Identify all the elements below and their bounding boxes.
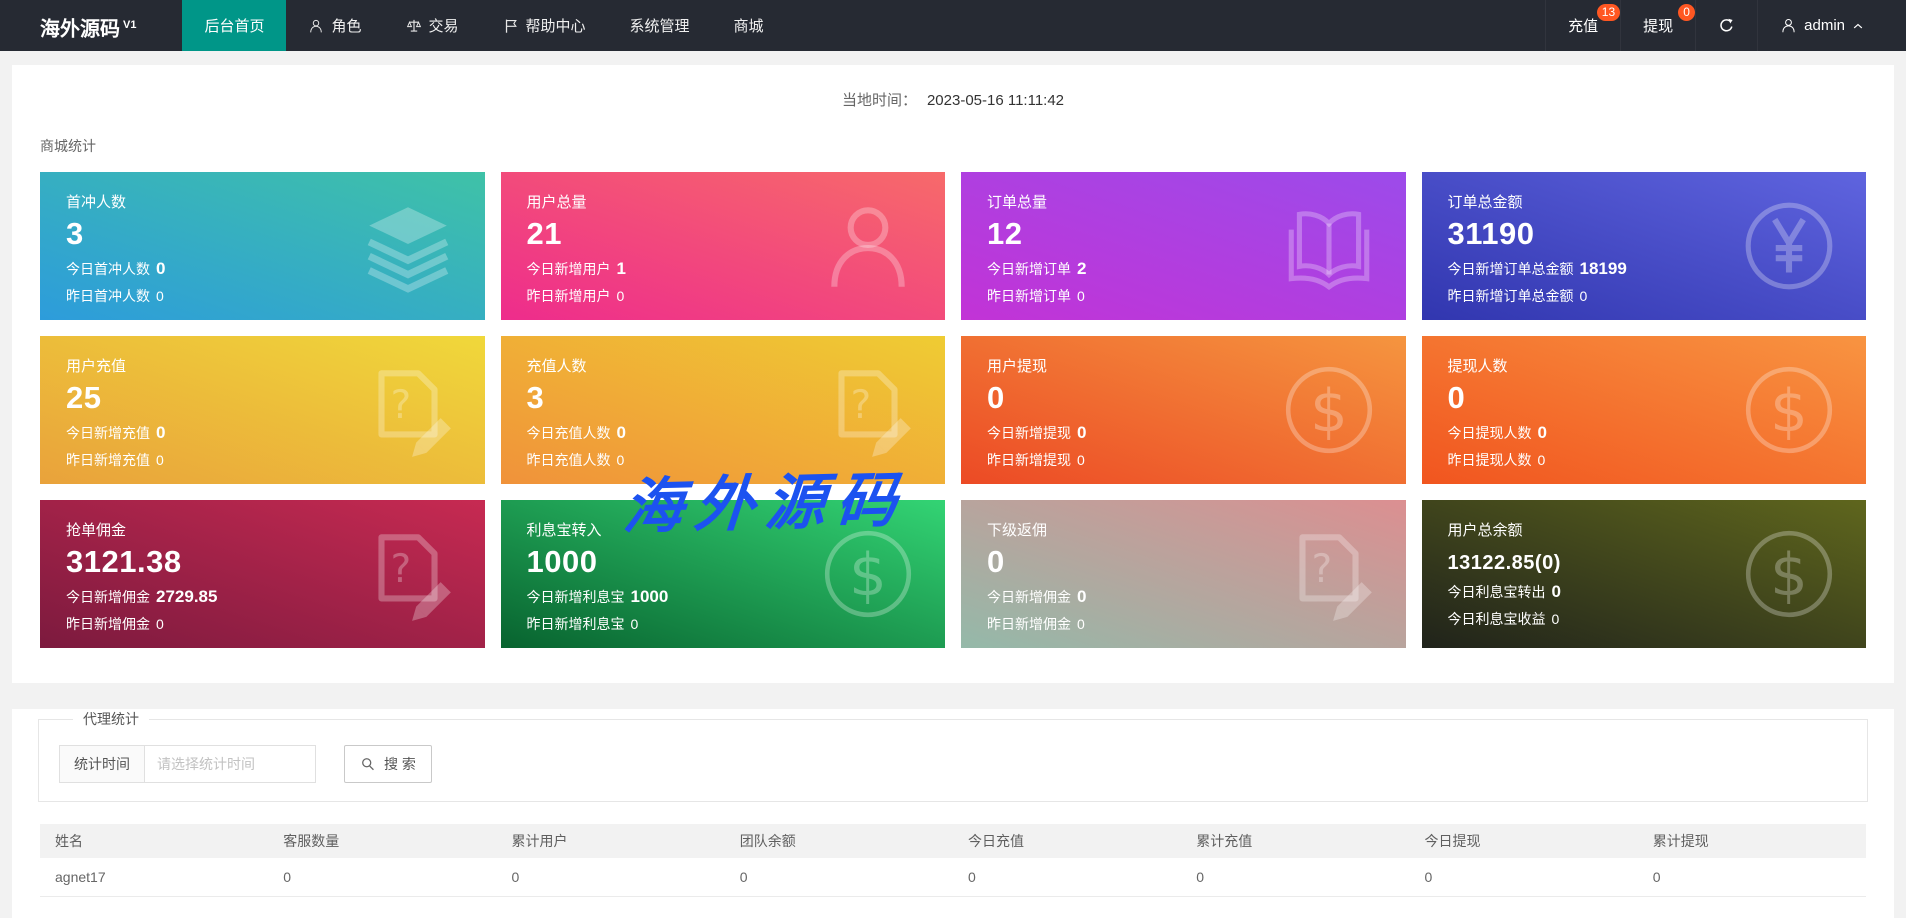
filter-row: 统计时间 搜 索 [59, 745, 1847, 783]
table-row: agnet17 0 0 0 0 0 0 0 [40, 858, 1866, 897]
doc-question-icon [357, 359, 459, 461]
stat-card-total-users: 用户总量 21 今日新增用户 1 昨日新增用户 0 [500, 172, 945, 320]
table-header: 今日充值 [953, 824, 1182, 858]
table-header: 客服数量 [268, 824, 497, 858]
dollar-circle-icon [1738, 359, 1840, 461]
stat-card-user-withdraw: 用户提现 0 今日新增提现 0 昨日新增提现 0 [961, 336, 1406, 484]
dollar-circle-icon [817, 523, 919, 625]
table-header: 今日提现 [1409, 824, 1638, 858]
top-navbar: 海外源码 V1 后台首页 角色 交易 帮助中心 系统管理 商城 充值 13 提现… [0, 0, 1906, 51]
stat-time-input[interactable] [144, 745, 316, 783]
nav-item-help-center[interactable]: 帮助中心 [481, 0, 608, 51]
agent-stats-fieldset: 代理统计 统计时间 搜 索 [38, 709, 1868, 802]
nav-item-label: 系统管理 [629, 18, 690, 35]
recharge-badge: 13 [1596, 4, 1621, 21]
stats-section-title: 商城统计 [40, 138, 96, 154]
stat-card-order-commission: 抢单佣金 3121.38 今日新增佣金 2729.85 昨日新增佣金 0 [40, 500, 485, 648]
nav-item-label: 商城 [733, 18, 764, 35]
table-header-row: 姓名 客服数量 累计用户 团队余额 今日充值 累计充值 今日提现 累计提现 [40, 824, 1866, 858]
cell-today-recharge: 0 [953, 858, 1182, 897]
cell-name: agnet17 [40, 858, 269, 897]
doc-question-icon [1278, 523, 1380, 625]
recharge-link[interactable]: 充值 13 [1545, 0, 1621, 51]
yen-circle-icon [1738, 195, 1840, 297]
stats-cards-grid: 首冲人数 3 今日首冲人数 0 昨日首冲人数 0 用户总量 21 今日新增用户 1 昨… [40, 172, 1866, 648]
brand-logo[interactable]: 海外源码 V1 [0, 0, 182, 51]
book-icon [1278, 195, 1380, 297]
nav-item-trade[interactable]: 交易 [384, 0, 481, 51]
cell-total-users: 0 [496, 858, 725, 897]
nav-item-roles[interactable]: 角色 [286, 0, 383, 51]
stat-card-sub-rebate: 下级返佣 0 今日新增佣金 0 昨日新增佣金 0 [961, 500, 1406, 648]
withdraw-link[interactable]: 提现 0 [1620, 0, 1696, 51]
chevron-up-icon [1852, 20, 1864, 32]
doc-question-icon [357, 523, 459, 625]
nav-item-dashboard[interactable]: 后台首页 [182, 0, 287, 51]
nav-item-label: 帮助中心 [525, 18, 586, 35]
stat-time-label: 统计时间 [59, 745, 145, 783]
local-time-label: 当地时间： [841, 92, 917, 109]
stat-card-user-total-balance: 用户总余额 13122.85(0) 今日利息宝转出 0 今日利息宝收益 0 [1421, 500, 1866, 648]
stat-card-interest-transfer-in: 利息宝转入 1000 今日新增利息宝 1000 昨日新增利息宝 0 [500, 500, 945, 648]
nav-item-label: 角色 [331, 18, 362, 35]
flag-icon [503, 18, 519, 34]
search-button-label: 搜 索 [384, 756, 416, 772]
username: admin [1804, 17, 1845, 34]
nav-item-label: 后台首页 [204, 18, 265, 35]
dollar-circle-icon [1278, 359, 1380, 461]
cell-service-count: 0 [268, 858, 497, 897]
local-time: 当地时间： 2023-05-16 11:11:42 [12, 65, 1894, 110]
search-icon [360, 756, 376, 772]
stat-card-order-total-amount: 订单总金额 31190 今日新增订单总金额 18199 昨日新增订单总金额 0 [1421, 172, 1866, 320]
recharge-label: 充值 [1568, 18, 1599, 35]
scales-icon [406, 18, 422, 34]
table-header: 累计提现 [1637, 824, 1866, 858]
withdraw-label: 提现 [1643, 18, 1674, 35]
refresh-icon [1718, 17, 1735, 34]
dollar-circle-icon [1738, 523, 1840, 625]
brand-version: V1 [123, 19, 137, 31]
stat-card-first-charge-users: 首冲人数 3 今日首冲人数 0 昨日首冲人数 0 [40, 172, 485, 320]
cell-total-withdraw: 0 [1637, 858, 1866, 897]
nav-item-label: 交易 [428, 18, 459, 35]
cell-today-withdraw: 0 [1409, 858, 1638, 897]
user-icon [817, 195, 919, 297]
user-icon [308, 18, 324, 34]
layers-icon [357, 195, 459, 297]
user-icon [1780, 17, 1797, 34]
stat-card-withdraw-users: 提现人数 0 今日提现人数 0 昨日提现人数 0 [1421, 336, 1866, 484]
doc-question-icon [817, 359, 919, 461]
table-header: 累计用户 [496, 824, 725, 858]
table-header: 累计充值 [1181, 824, 1410, 858]
withdraw-badge: 0 [1678, 4, 1696, 21]
mall-stats-panel: 当地时间： 2023-05-16 11:11:42 商城统计 首冲人数 3 今日首… [12, 65, 1894, 683]
navbar-right: 充值 13 提现 0 admin [1545, 0, 1906, 51]
stat-card-user-recharge: 用户充值 25 今日新增充值 0 昨日新增充值 0 [40, 336, 485, 484]
nav-item-system-manage[interactable]: 系统管理 [608, 0, 712, 51]
cell-team-balance: 0 [724, 858, 953, 897]
agent-stats-panel: 代理统计 统计时间 搜 索 姓名 客服数量 累计用户 团队余额 今日充值 累计充… [12, 709, 1894, 918]
user-menu[interactable]: admin [1757, 0, 1886, 51]
search-button[interactable]: 搜 索 [344, 745, 432, 783]
table-header: 姓名 [40, 824, 269, 858]
local-time-value: 2023-05-16 11:11:42 [926, 92, 1065, 109]
table-header: 团队余额 [724, 824, 953, 858]
cell-total-recharge: 0 [1181, 858, 1410, 897]
refresh-button[interactable] [1695, 0, 1757, 51]
brand-title: 海外源码 [40, 18, 120, 41]
agent-table: 姓名 客服数量 累计用户 团队余额 今日充值 累计充值 今日提现 累计提现 ag… [40, 824, 1866, 897]
nav-item-mall[interactable]: 商城 [712, 0, 786, 51]
stat-card-recharge-users: 充值人数 3 今日充值人数 0 昨日充值人数 0 [500, 336, 945, 484]
agent-stats-legend: 代理统计 [83, 711, 139, 727]
main-nav: 后台首页 角色 交易 帮助中心 系统管理 商城 [182, 0, 785, 51]
stat-card-total-orders: 订单总量 12 今日新增订单 2 昨日新增订单 0 [961, 172, 1406, 320]
